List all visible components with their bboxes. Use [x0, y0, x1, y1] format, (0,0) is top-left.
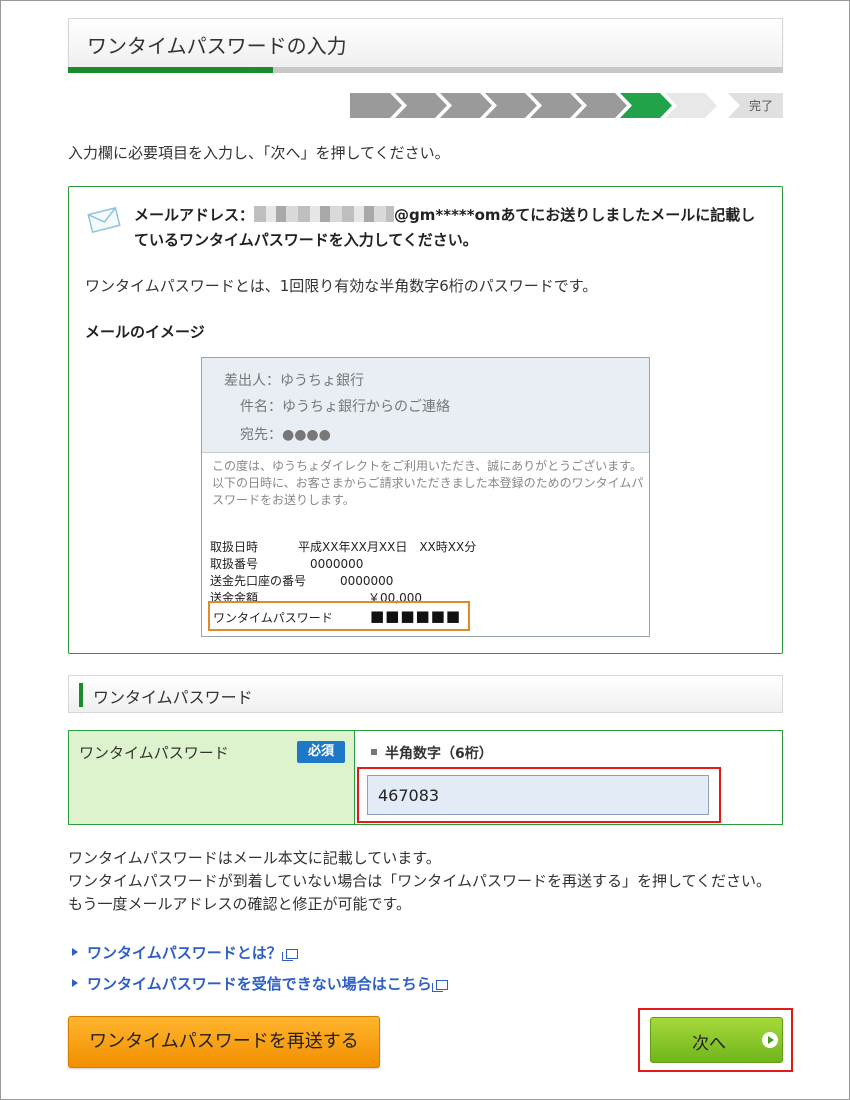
triangle-right-icon [72, 948, 78, 956]
mail-image-title: メールのイメージ [85, 323, 205, 341]
progress-step [440, 93, 492, 118]
progress-step [485, 93, 537, 118]
sample-mail-image: 差出人：ゆうちょ銀行 件名：ゆうちょ銀行からのご連絡 宛先：●●●● この度は、… [201, 357, 650, 637]
section-title: ワンタイムパスワード [93, 688, 253, 707]
sample-mail-body: この度は、ゆうちょダイレクトをご利用いただき、誠にありがとうございます。 以下の… [212, 458, 644, 509]
sample-mail-header: 差出人：ゆうちょ銀行 件名：ゆうちょ銀行からのご連絡 宛先：●●●● [202, 358, 649, 453]
cannot-receive-otp-link-label: ワンタイムパスワードを受信できない場合はこちら [87, 975, 432, 993]
otp-form-table: ワンタイムパスワード 必須 半角数字（6桁） [68, 730, 783, 825]
progress-step-current [620, 93, 672, 118]
sample-field-label: 取扱日時 [210, 540, 259, 554]
masked-email-local [254, 206, 395, 222]
page-title: ワンタイムパスワードの入力 [87, 34, 347, 58]
external-window-icon [281, 949, 298, 961]
progress-complete-label: 完了 [748, 99, 773, 113]
progress-step-complete: 完了 [728, 93, 783, 118]
sample-field-value: 0000000 [340, 574, 394, 588]
mail-instruction: メールアドレス： @gm*****omあてにお送りしましたメールに記載しているワン… [134, 203, 764, 253]
resend-otp-button[interactable]: ワンタイムパスワードを再送する [68, 1016, 380, 1068]
otp-note: ワンタイムパスワードはメール本文に記載しています。 ワンタイムパスワードが到着し… [68, 847, 783, 916]
mail-info-box: メールアドレス： @gm*****omあてにお送りしましたメールに記載しているワン… [68, 186, 783, 654]
mail-address-label: メールアドレス： [134, 206, 255, 224]
section-header: ワンタイムパスワード [68, 675, 783, 713]
sample-sender: 差出人：ゆうちょ銀行 [224, 373, 364, 389]
sample-otp-highlight: ワンタイムパスワード ■■■■■■ [208, 601, 470, 631]
progress-step [665, 93, 717, 118]
what-is-otp-link[interactable]: ワンタイムパスワードとは？ [72, 942, 298, 963]
otp-input-highlight [357, 767, 721, 823]
bullet-icon [371, 749, 377, 755]
progress-step [530, 93, 582, 118]
sample-otp-value: ■■■■■■ [370, 607, 462, 625]
sample-field-label: 取扱番号 [210, 557, 259, 571]
page-header: ワンタイムパスワードの入力 [68, 18, 783, 68]
next-button[interactable]: 次へ [650, 1017, 783, 1063]
otp-format-hint-text: 半角数字（6桁） [385, 746, 493, 762]
sample-field-value: 0000000 [310, 557, 364, 571]
next-button-highlight: 次へ [638, 1008, 793, 1072]
envelope-icon [87, 207, 121, 233]
section-accent-bar [79, 683, 83, 707]
otp-note-line: ワンタイムパスワードが到着していない場合は「ワンタイムパスワードを再送する」を押… [68, 872, 772, 913]
otp-input[interactable] [367, 775, 709, 815]
otp-description: ワンタイムパスワードとは、1回限り有効な半角数字6桁のパスワードです。 [85, 277, 598, 295]
progress-step [575, 93, 627, 118]
what-is-otp-link-label: ワンタイムパスワードとは？ [87, 944, 282, 962]
mail-address-domain: @gm*****om [394, 206, 501, 224]
next-button-label: 次へ [692, 1034, 726, 1054]
otp-note-line: ワンタイムパスワードはメール本文に記載しています。 [68, 849, 441, 867]
otp-label-cell: ワンタイムパスワード 必須 [69, 731, 355, 824]
progress-step [350, 93, 402, 118]
arrow-right-circle-icon [762, 1032, 778, 1048]
sample-field-label: 送金先口座の番号 [210, 574, 307, 588]
header-underline [68, 67, 783, 73]
progress-steps: 完了 [350, 93, 783, 118]
sample-otp-label: ワンタイムパスワード [213, 611, 333, 625]
header-underline-accent [68, 67, 273, 73]
sample-subject: 件名：ゆうちょ銀行からのご連絡 [240, 399, 450, 415]
otp-field-label: ワンタイムパスワード [79, 744, 229, 762]
intro-text: 入力欄に必要項目を入力し、「次へ」を押してください。 [68, 144, 450, 162]
external-window-icon [431, 980, 448, 992]
required-badge: 必須 [297, 741, 345, 763]
progress-step [395, 93, 447, 118]
sample-body-line: この度は、ゆうちょダイレクトをご利用いただき、誠にありがとうございます。 [212, 459, 642, 473]
triangle-right-icon [72, 979, 78, 987]
otp-format-hint: 半角数字（6桁） [371, 743, 493, 763]
sample-body-line: 以下の日時に、お客さまからご請求いただきました本登録のためのワンタイムパスワード… [212, 476, 644, 507]
sample-field-value: 平成XX年XX月XX日 XX時XX分 [298, 540, 477, 554]
cannot-receive-otp-link[interactable]: ワンタイムパスワードを受信できない場合はこちら [72, 973, 448, 994]
sample-recipient: 宛先：●●●● [240, 427, 331, 443]
